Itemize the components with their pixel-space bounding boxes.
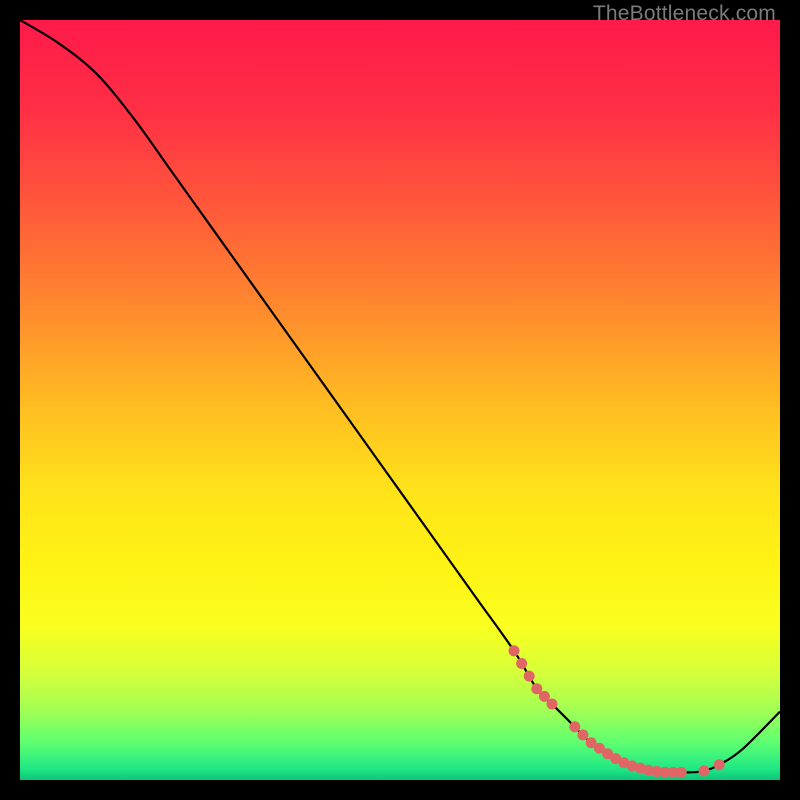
data-marker bbox=[699, 765, 710, 776]
data-marker bbox=[524, 671, 535, 682]
chart-frame bbox=[20, 20, 780, 780]
bottleneck-curve-chart bbox=[20, 20, 780, 780]
gradient-background bbox=[20, 20, 780, 780]
data-marker bbox=[516, 658, 527, 669]
data-marker bbox=[569, 721, 580, 732]
data-marker bbox=[714, 759, 725, 770]
data-marker bbox=[676, 767, 687, 778]
data-marker bbox=[509, 645, 520, 656]
data-marker bbox=[547, 699, 558, 710]
data-marker bbox=[577, 729, 588, 740]
